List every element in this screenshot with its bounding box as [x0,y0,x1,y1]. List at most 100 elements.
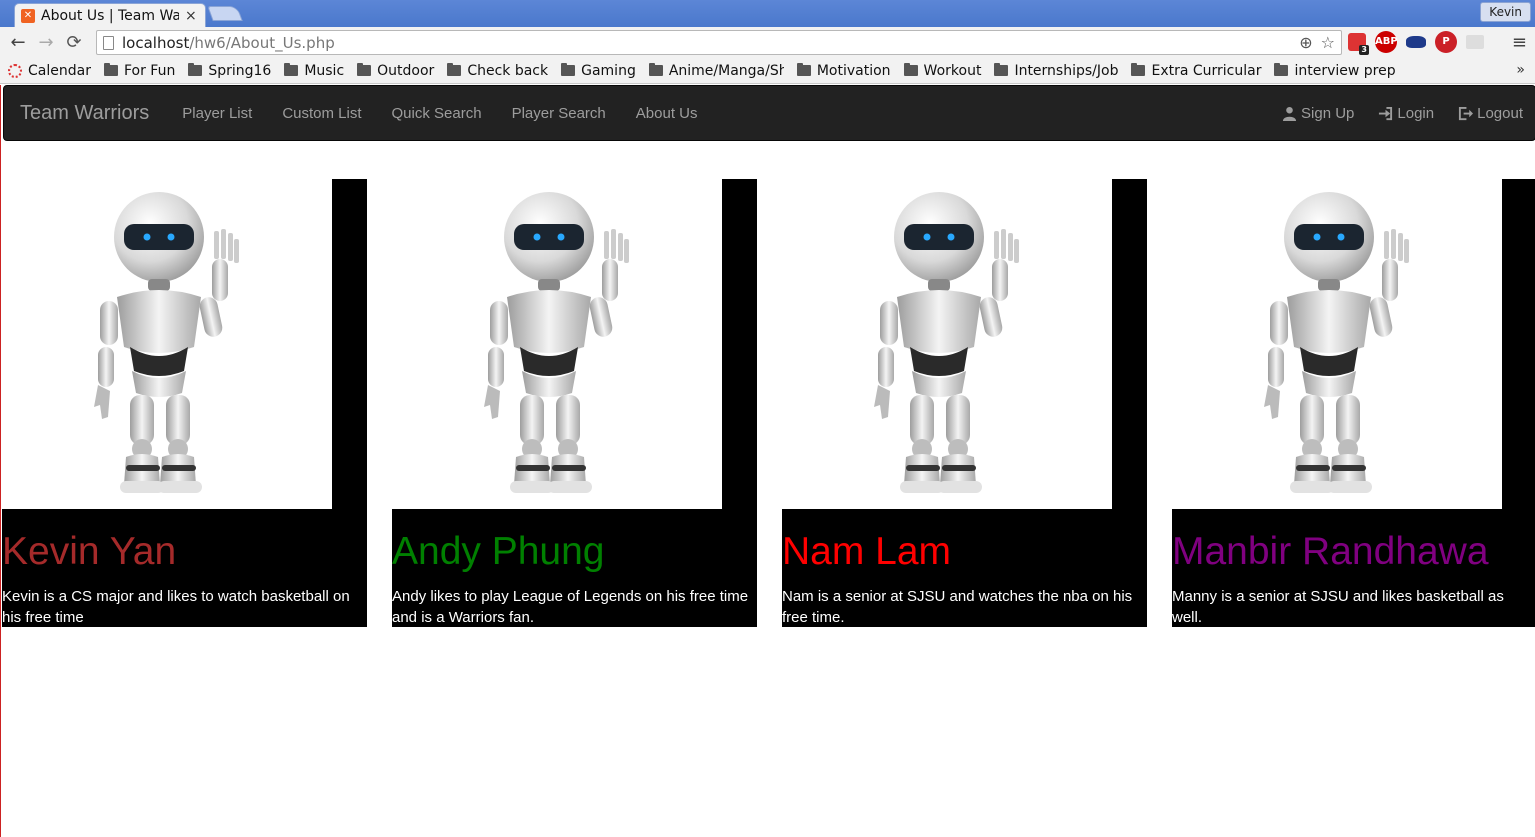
member-name: Kevin Yan [2,530,177,573]
bookmarks-overflow-icon[interactable]: » [1516,62,1525,78]
page-viewport: Team Warriors Player List Custom List Qu… [0,85,1535,837]
robot-icon [1264,192,1409,493]
bookmark-label: Outdoor [377,62,435,79]
url-path: /hw6/About_Us.php [189,33,335,52]
robot-avatar [782,179,1112,509]
sign-up-label: Sign Up [1301,104,1355,122]
folder-icon [561,63,576,76]
bookmark-label: Anime/Manga/Sh [668,62,784,79]
member-card: Nam Lam Nam is a senior at SJSU and watc… [782,179,1147,627]
folder-icon [188,63,203,76]
folder-icon [994,63,1009,76]
member-card: Manbir Randhawa Manny is a senior at SJS… [1172,179,1535,627]
new-tab-button[interactable] [207,6,243,21]
browser-tabstrip: ✕ About Us | Team Warriors × Kevin [0,0,1535,27]
folder-icon [103,63,118,76]
nav-player-search[interactable]: Player Search [497,105,621,122]
nav-login[interactable]: Login [1366,105,1446,122]
bookmark-folder[interactable]: Internships/Job [994,63,1118,79]
login-label: Login [1397,104,1435,122]
folder-icon [648,63,663,76]
nav-quick-search[interactable]: Quick Search [377,105,497,122]
bookmark-star-icon[interactable]: ☆ [1321,33,1335,52]
robot-avatar [2,179,332,509]
bookmark-folder[interactable]: Motivation [796,62,891,79]
nav-logout[interactable]: Logout [1446,105,1535,122]
bookmark-label: Spring16 [208,62,272,79]
member-bio: Andy likes to play League of Legends on … [392,588,749,626]
zoom-icon[interactable]: ⊕ [1299,33,1312,52]
browser-tab-active[interactable]: ✕ About Us | Team Warriors × [14,3,206,27]
page-icon [103,35,114,50]
forward-arrow-icon[interactable]: → [32,32,60,53]
folder-icon [796,63,811,76]
bookmark-folder[interactable]: Check back [447,63,548,79]
member-bio: Kevin is a CS major and likes to watch b… [2,588,350,626]
bookmark-label: Music [304,62,345,79]
bookmark-folder[interactable]: Gaming [561,63,636,79]
user-icon [1282,106,1297,121]
chrome-menu-icon[interactable]: ≡ [1512,32,1527,53]
address-bar[interactable]: localhost/hw6/About_Us.php ⊕ ☆ [96,30,1342,55]
navbar-brand[interactable]: Team Warriors [20,102,149,125]
bookmark-folder[interactable]: interview prep [1274,62,1396,79]
bookmark-folder[interactable]: Outdoor [357,63,434,79]
bookmark-label: Extra Curricular [1151,62,1262,79]
bookmarks-bar: Calendar For Fun Spring16 Music Outdoor … [0,58,1535,84]
member-name: Nam Lam [782,530,952,573]
reload-icon[interactable]: ⟳ [60,32,88,53]
member-card: Kevin Yan Kevin is a CS major and likes … [2,179,367,627]
bookmark-folder[interactable]: Anime/Manga/Sh [648,62,784,79]
member-bio: Nam is a senior at SJSU and watches the … [782,588,1133,626]
pinterest-icon[interactable]: P [1435,31,1457,53]
calendar-icon [8,63,22,78]
robot-icon [874,192,1019,493]
bookmark-label: Workout [923,62,982,79]
robot-icon [94,192,239,493]
folder-icon [1131,63,1146,76]
extension-grey-icon[interactable] [1466,35,1484,49]
nav-about-us[interactable]: About Us [621,105,713,122]
bookmark-label: For Fun [123,62,176,79]
extension-badge: 3 [1359,45,1369,55]
nav-player-list[interactable]: Player List [167,105,267,122]
profile-button[interactable]: Kevin [1480,2,1531,22]
bookmark-folder[interactable]: Workout [903,62,982,79]
member-name: Manbir Randhawa [1172,530,1489,573]
todoist-extension-icon[interactable]: 3 [1348,33,1369,55]
cloud-extension-icon[interactable] [1406,36,1426,48]
site-navbar: Team Warriors Player List Custom List Qu… [3,85,1535,141]
logout-label: Logout [1477,104,1523,122]
folder-icon [357,63,372,76]
folder-icon [903,63,918,76]
xampp-favicon-icon: ✕ [21,8,35,23]
browser-toolbar: ← → ⟳ localhost/hw6/About_Us.php ⊕ ☆ 3 A… [0,27,1535,58]
member-bio: Manny is a senior at SJSU and likes bask… [1172,588,1504,626]
folder-icon [1274,63,1289,76]
bookmark-folder[interactable]: Extra Curricular [1131,63,1261,79]
nav-custom-list[interactable]: Custom List [267,105,376,122]
adblock-plus-icon[interactable]: ABP [1375,31,1398,53]
bookmark-folder[interactable]: Music [284,63,344,79]
bookmark-folder[interactable]: Spring16 [188,63,271,79]
log-in-icon [1379,106,1393,120]
robot-avatar [1172,179,1502,509]
log-out-icon [1459,106,1474,120]
robot-icon [484,192,629,493]
nav-sign-up[interactable]: Sign Up [1270,105,1366,122]
folder-icon [284,63,299,76]
bookmark-label: interview prep [1294,62,1396,79]
member-card: Andy Phung Andy likes to play League of … [392,179,757,627]
bookmark-label: Gaming [581,62,636,79]
bookmark-label: Internships/Job [1014,62,1119,79]
back-arrow-icon[interactable]: ← [4,32,32,53]
member-name: Andy Phung [392,530,605,573]
bookmark-calendar[interactable]: Calendar [8,63,91,79]
url-host: localhost [122,33,190,52]
tab-close-icon[interactable]: × [185,8,197,24]
bookmark-label: Motivation [816,62,891,79]
robot-avatar [392,179,722,509]
bookmark-label: Calendar [28,62,91,79]
bookmark-folder[interactable]: For Fun [103,62,176,79]
url-text: localhost/hw6/About_Us.php [122,34,335,52]
